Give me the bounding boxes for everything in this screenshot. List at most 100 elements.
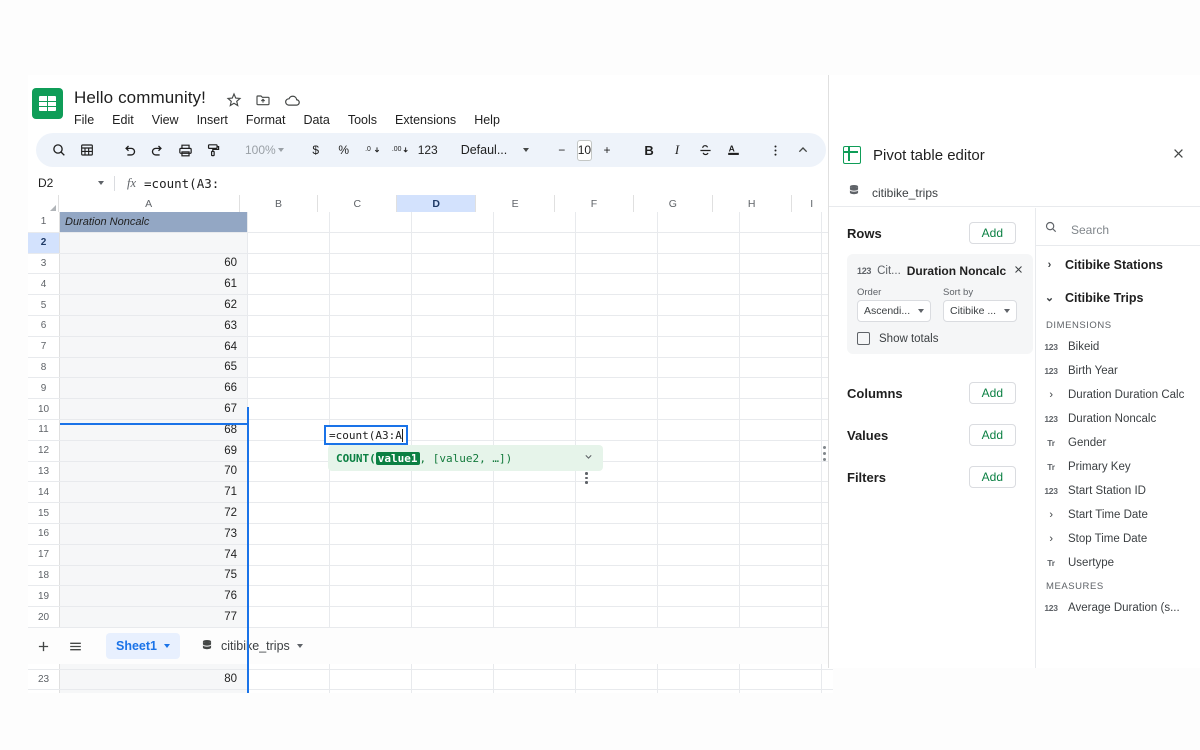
cell-A16[interactable]: 73 (60, 523, 248, 544)
cell-H18[interactable] (740, 565, 822, 586)
row-header-2[interactable]: 2 (28, 232, 60, 253)
cell-G11[interactable] (658, 419, 740, 440)
column-header-i[interactable]: I (791, 195, 833, 212)
cell-D14[interactable] (412, 482, 494, 503)
cell-C17[interactable] (330, 544, 412, 565)
cell-G8[interactable] (658, 357, 740, 378)
cell-B7[interactable] (248, 336, 330, 357)
cell-H4[interactable] (740, 274, 822, 295)
add-filter-button[interactable]: Add (968, 466, 1016, 488)
row-header-1[interactable]: 1 (28, 212, 60, 232)
cell-D10[interactable] (412, 399, 494, 419)
cell-A10[interactable]: 67 (60, 399, 248, 419)
cell-E20[interactable] (494, 607, 576, 627)
cell-B3[interactable] (248, 253, 330, 274)
decrease-decimal-button[interactable]: .0 (359, 137, 385, 163)
field-item[interactable]: 123 Bikeid (1036, 335, 1200, 359)
cell-A13[interactable]: 70 (60, 461, 248, 482)
cell-H1[interactable] (740, 212, 822, 232)
cell-C3[interactable] (330, 253, 412, 274)
menu-view[interactable]: View (143, 111, 188, 129)
cell-H5[interactable] (740, 295, 822, 315)
field-item[interactable]: › Duration Duration Calc (1036, 383, 1200, 407)
column-header-g[interactable]: G (633, 195, 713, 212)
cell-F16[interactable] (576, 523, 658, 544)
menu-data[interactable]: Data (294, 111, 338, 129)
cell-E4[interactable] (494, 274, 576, 295)
cell-B6[interactable] (248, 315, 330, 336)
cell-D4[interactable] (412, 274, 494, 295)
cell-D19[interactable] (412, 586, 494, 607)
column-header-f[interactable]: F (555, 195, 634, 212)
add-value-button[interactable]: Add (968, 424, 1016, 446)
field-item[interactable]: 123 Duration Noncalc (1036, 407, 1200, 431)
data-source-tab-caret-icon[interactable] (296, 644, 303, 648)
cell-A9[interactable]: 66 (60, 378, 248, 399)
cell-G16[interactable] (658, 523, 740, 544)
sheet-tab-sheet1[interactable]: Sheet1 (106, 633, 180, 659)
cell-F1[interactable] (576, 212, 658, 232)
pivot-sortby-caret-icon[interactable] (1004, 309, 1010, 313)
field-item[interactable]: 123 Birth Year (1036, 359, 1200, 383)
cell-B12[interactable] (248, 440, 330, 461)
row-header-11[interactable]: 11 (28, 419, 60, 440)
row-header-23[interactable]: 23 (28, 669, 60, 690)
cell-F20[interactable] (576, 607, 658, 627)
cell-D6[interactable] (412, 315, 494, 336)
cell-C2[interactable] (330, 232, 412, 253)
cell-G6[interactable] (658, 315, 740, 336)
chevron-right-icon[interactable]: › (1044, 259, 1055, 271)
cell-C8[interactable] (330, 357, 412, 378)
cell-G3[interactable] (658, 253, 740, 274)
cell-D24[interactable] (412, 690, 494, 693)
more-options-icon[interactable] (762, 137, 788, 163)
row-header-8[interactable]: 8 (28, 357, 60, 378)
cell-C15[interactable] (330, 503, 412, 523)
cell-G19[interactable] (658, 586, 740, 607)
increase-decimal-button[interactable]: .00 (387, 137, 413, 163)
cell-A8[interactable]: 65 (60, 357, 248, 378)
cell-E6[interactable] (494, 315, 576, 336)
cell-E2[interactable] (494, 232, 576, 253)
cell-A7[interactable]: 64 (60, 336, 248, 357)
search-input[interactable] (1069, 221, 1179, 238)
column-header-e[interactable]: E (476, 195, 555, 212)
cell-E23[interactable] (494, 669, 576, 690)
cell-I23[interactable] (822, 670, 833, 690)
row-header-4[interactable]: 4 (28, 274, 60, 295)
cell-H7[interactable] (740, 336, 822, 357)
cell-G20[interactable] (658, 607, 740, 627)
cell-C20[interactable] (330, 607, 412, 627)
cell-E11[interactable] (494, 419, 576, 440)
row-header-9[interactable]: 9 (28, 378, 60, 399)
cell-G1[interactable] (658, 212, 740, 232)
font-family-selector[interactable]: Defaul... (457, 143, 533, 157)
cell-C1[interactable] (330, 212, 412, 232)
cell-G12[interactable] (658, 440, 740, 461)
cell-I24[interactable] (822, 690, 833, 693)
row-header-12[interactable]: 12 (28, 440, 60, 461)
cell-G9[interactable] (658, 378, 740, 399)
italic-button[interactable]: I (664, 137, 690, 163)
cell-H9[interactable] (740, 378, 822, 399)
cell-D15[interactable] (412, 503, 494, 523)
zoom-caret-icon[interactable] (277, 148, 284, 152)
cell-B20[interactable] (248, 607, 330, 627)
cell-H19[interactable] (740, 586, 822, 607)
cell-E16[interactable] (494, 523, 576, 544)
close-icon[interactable] (1170, 145, 1187, 165)
cell-C4[interactable] (330, 274, 412, 295)
font-family-caret-icon[interactable] (523, 148, 530, 152)
percent-format-button[interactable]: % (331, 137, 357, 163)
cell-E1[interactable] (494, 212, 576, 232)
cell-B24[interactable] (248, 690, 330, 693)
cell-D5[interactable] (412, 295, 494, 315)
cell-A5[interactable]: 62 (60, 295, 248, 315)
cell-F18[interactable] (576, 565, 658, 586)
cell-A18[interactable]: 75 (60, 565, 248, 586)
cloud-saved-icon[interactable] (284, 92, 300, 108)
row-header-20[interactable]: 20 (28, 607, 60, 627)
field-item[interactable]: 123 Start Station ID (1036, 479, 1200, 503)
cell-G5[interactable] (658, 295, 740, 315)
column-header-a[interactable]: A (58, 195, 240, 212)
